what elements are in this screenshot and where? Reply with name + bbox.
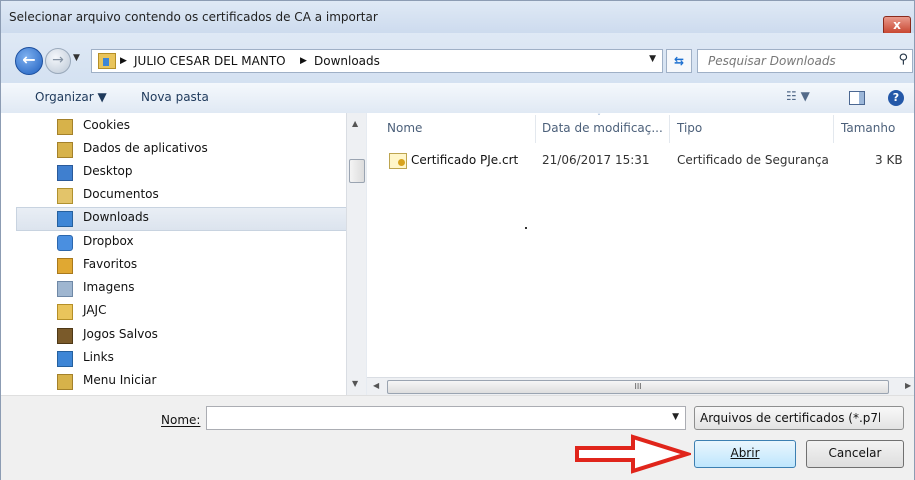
nav-item-desktop[interactable]: Desktop: [16, 161, 346, 183]
nav-item-imagens[interactable]: Imagens: [16, 277, 346, 299]
scroll-right-icon[interactable]: ▶: [905, 381, 911, 390]
cursor-dot: [525, 227, 527, 229]
refresh-button[interactable]: ⇆: [666, 49, 692, 73]
nav-item-label: Desktop: [83, 164, 133, 178]
navigation-pane: Cookies Dados de aplicativos Desktop Doc…: [1, 113, 348, 395]
column-header-type[interactable]: Tipo: [677, 121, 702, 135]
nav-item-label: Imagens: [83, 280, 135, 294]
breadcrumb-separator[interactable]: ▶: [120, 56, 127, 66]
documents-folder-icon: [57, 188, 73, 204]
dialog-footer: Nome: ▼ Arquivos de certificados (*.p7b;…: [1, 395, 914, 480]
links-folder-icon: [57, 351, 73, 367]
address-bar[interactable]: ▶ JULIO CESAR DEL MANTO ▶ Downloads ▼: [91, 49, 663, 73]
nav-item-jajc[interactable]: JAJC: [16, 300, 346, 322]
open-button[interactable]: Abrir: [694, 440, 796, 468]
nav-item-label: Menu Iniciar: [83, 373, 157, 387]
address-row: ← → ▼ ▶ JULIO CESAR DEL MANTO ▶ Download…: [1, 33, 914, 83]
folder-icon: [57, 304, 73, 320]
view-options-button[interactable]: ☷ ▼: [786, 89, 810, 103]
nav-item-label: Jogos Salvos: [83, 327, 158, 341]
arrow-left-icon: ←: [22, 50, 36, 69]
file-type: Certificado de Segurança: [677, 153, 829, 167]
column-header-size[interactable]: Tamanho: [841, 121, 895, 135]
dropbox-icon: [57, 235, 73, 251]
saved-games-folder-icon: [57, 328, 73, 344]
filename-field[interactable]: ▼: [206, 406, 686, 430]
column-header-name[interactable]: Nome: [387, 121, 422, 135]
nav-item-label: Cookies: [83, 118, 130, 132]
nav-item-documentos[interactable]: Documentos: [16, 184, 346, 206]
shortcut-folder-icon: [57, 119, 73, 135]
command-bar: Organizar ▼ Nova pasta ☷ ▼ ?: [1, 83, 914, 114]
file-name[interactable]: Certificado PJe.crt: [411, 153, 518, 167]
nav-item-label: JAJC: [83, 303, 107, 317]
desktop-folder-icon: [57, 165, 73, 181]
recent-locations-dropdown[interactable]: ▼: [73, 53, 80, 63]
downloads-folder-icon: [98, 53, 116, 69]
breadcrumb-user[interactable]: JULIO CESAR DEL MANTO: [134, 54, 286, 68]
file-list: ˇ Nome Data de modificaç... Tipo Tamanho…: [367, 113, 914, 377]
search-input[interactable]: Pesquisar Downloads: [708, 54, 836, 68]
nav-item-cookies[interactable]: Cookies: [16, 115, 346, 137]
open-button-label: Abrir: [730, 446, 760, 460]
column-divider[interactable]: [833, 115, 834, 143]
nav-item-jogos-salvos[interactable]: Jogos Salvos: [16, 324, 346, 346]
downloads-folder-icon: [57, 211, 73, 227]
nav-item-links[interactable]: Links: [16, 347, 346, 369]
nav-item-downloads[interactable]: Downloads: [16, 207, 348, 231]
file-date: 21/06/2017 15:31: [542, 153, 650, 167]
nav-item-menu-iniciar[interactable]: Menu Iniciar: [16, 370, 346, 392]
chevron-down-icon[interactable]: ▼: [672, 412, 679, 422]
scroll-down-icon[interactable]: ▼: [352, 379, 358, 388]
arrow-icon: [575, 434, 691, 474]
help-icon[interactable]: ?: [888, 90, 904, 106]
refresh-icon: ⇆: [673, 54, 685, 68]
scroll-up-icon[interactable]: ▲: [352, 119, 358, 128]
cancel-button[interactable]: Cancelar: [806, 440, 904, 468]
certificate-file-icon: [389, 153, 407, 169]
preview-pane-icon[interactable]: [849, 91, 865, 105]
window-title: Selecionar arquivo contendo os certifica…: [9, 10, 378, 24]
search-icon[interactable]: ⚲: [898, 52, 908, 67]
filetype-select[interactable]: Arquivos de certificados (*.p7b; ▼: [694, 406, 904, 430]
file-list-scrollbar[interactable]: ◀ III ▶: [367, 377, 914, 396]
column-divider[interactable]: [535, 115, 536, 143]
nav-item-label: Links: [83, 350, 114, 364]
shortcut-folder-icon: [57, 374, 73, 390]
nav-item-label: Dados de aplicativos: [83, 141, 208, 155]
title-bar: Selecionar arquivo contendo os certifica…: [1, 1, 914, 35]
nav-item-label: Dropbox: [83, 234, 134, 248]
column-header-date[interactable]: Data de modificaç...: [542, 121, 663, 135]
red-arrow-annotation: [575, 434, 691, 474]
pictures-folder-icon: [57, 281, 73, 297]
file-open-dialog: Selecionar arquivo contendo os certifica…: [0, 0, 915, 480]
chevron-down-icon[interactable]: ▼: [649, 54, 656, 64]
nav-item-label: Documentos: [83, 187, 159, 201]
scrollbar-thumb[interactable]: [349, 159, 365, 183]
navigation-scrollbar[interactable]: ▲ ▼: [346, 113, 366, 395]
back-button[interactable]: ←: [15, 47, 43, 75]
breadcrumb-downloads[interactable]: Downloads: [314, 54, 380, 68]
forward-button[interactable]: →: [45, 48, 71, 74]
scrollbar-thumb[interactable]: III: [387, 380, 889, 394]
organize-button[interactable]: Organizar ▼: [35, 90, 107, 104]
nav-item-label: Favoritos: [83, 257, 138, 271]
search-box[interactable]: Pesquisar Downloads ⚲: [697, 49, 913, 73]
nav-item-label: Downloads: [83, 210, 149, 224]
cancel-button-label: Cancelar: [828, 446, 882, 460]
filename-label: Nome:: [161, 413, 201, 427]
favorites-folder-icon: [57, 258, 73, 274]
close-icon: x: [893, 18, 901, 32]
scroll-left-icon[interactable]: ◀: [373, 381, 379, 390]
arrow-right-icon: →: [52, 52, 64, 68]
nav-item-favoritos[interactable]: Favoritos: [16, 254, 346, 276]
nav-item-dropbox[interactable]: Dropbox: [16, 231, 346, 253]
column-divider[interactable]: [669, 115, 670, 143]
shortcut-folder-icon: [57, 142, 73, 158]
file-size: 3 KB: [875, 153, 903, 167]
nav-item-dados-de-aplicativos[interactable]: Dados de aplicativos: [16, 138, 346, 160]
filetype-value: Arquivos de certificados (*.p7b; ▼: [700, 411, 880, 425]
breadcrumb-separator[interactable]: ▶: [300, 56, 307, 66]
new-folder-button[interactable]: Nova pasta: [141, 90, 209, 104]
